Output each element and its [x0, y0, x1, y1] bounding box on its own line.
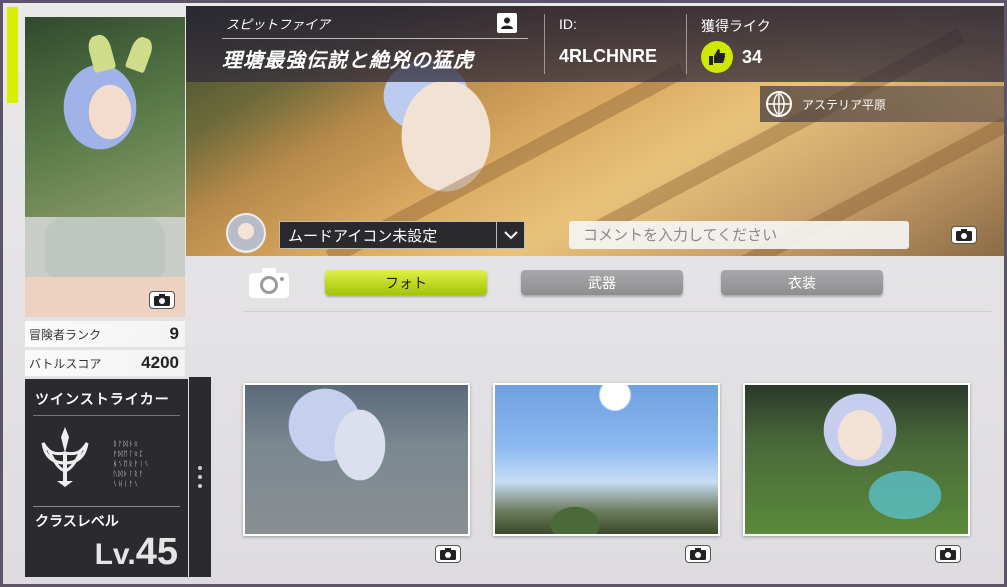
- adventurer-rank: 冒険者ランク 9: [25, 321, 185, 347]
- character-panel: 冒険者ランク 9 バトルスコア 4200 ツインストライカー ᚱᚨᛞᚾᛟ ᚹᛞᛖᛚ…: [7, 7, 188, 582]
- photo-thumbnail[interactable]: [243, 383, 470, 536]
- class-level: Lv.45: [95, 531, 178, 574]
- battle-score: バトルスコア 4200: [25, 350, 185, 376]
- likes-count: 34: [742, 47, 763, 67]
- character-subtitle: スピットファイア: [226, 18, 331, 33]
- photo-thumbnail[interactable]: [743, 383, 970, 536]
- more-dots-icon[interactable]: [189, 377, 211, 577]
- level-value: 45: [135, 531, 178, 573]
- photo-thumbnail[interactable]: [493, 383, 720, 536]
- character-title: 理塘最強伝説と絶兇の猛虎: [222, 48, 474, 72]
- header-divider: [686, 14, 687, 74]
- mood-avatar[interactable]: [226, 213, 266, 253]
- score-value: 4200: [141, 353, 179, 372]
- like-icon[interactable]: [701, 41, 733, 73]
- chevron-down-icon[interactable]: [496, 222, 524, 248]
- accent-bar: [7, 7, 18, 103]
- character-portrait: [25, 17, 185, 317]
- camera-icon[interactable]: [248, 267, 290, 299]
- rank-label: 冒険者ランク: [29, 327, 102, 342]
- id-label: ID:: [559, 16, 577, 32]
- header-divider: [544, 14, 545, 74]
- tab-divider: [243, 311, 991, 312]
- photo-camera-icon[interactable]: [435, 545, 461, 563]
- score-label: バトルスコア: [29, 356, 102, 371]
- mood-icon-select[interactable]: ムードアイコン未設定: [279, 221, 525, 249]
- tab-costume[interactable]: 衣装: [721, 270, 883, 295]
- rank-value: 9: [169, 324, 179, 343]
- photo-camera-icon[interactable]: [935, 545, 961, 563]
- class-rune-text: ᚱᚨᛞᚾᛟ ᚹᛞᛖᛚᛟᛈ ᚺᛊᛖᚱᚹᛁᛊ ᚢᛞᚦᛚᚱᚨ ᛊᚺᛁᚨᛊ: [113, 440, 150, 488]
- comment-input[interactable]: [569, 221, 909, 249]
- profile-icon[interactable]: [497, 13, 517, 33]
- location-badge: アステリア平原: [760, 86, 1004, 122]
- mood-select-value: ムードアイコン未設定: [288, 226, 438, 245]
- profile-banner: スピットファイア 理塘最強伝説と絶兇の猛虎 ID: 4RLCHNRE 獲得ライク…: [186, 6, 1004, 256]
- globe-icon: [766, 91, 792, 117]
- class-name: ツインストライカー: [35, 392, 170, 408]
- portrait-camera-icon[interactable]: [149, 291, 175, 309]
- level-prefix: Lv.: [94, 538, 136, 571]
- class-divider: [33, 415, 180, 416]
- location-name: アステリア平原: [802, 97, 887, 112]
- tab-weapon[interactable]: 武器: [521, 270, 683, 295]
- tab-photo[interactable]: フォト: [325, 270, 487, 295]
- profile-screen: スピットファイア 理塘最強伝説と絶兇の猛虎 ID: 4RLCHNRE 獲得ライク…: [0, 0, 1007, 587]
- title-divider: [222, 38, 528, 39]
- player-id: 4RLCHNRE: [559, 46, 658, 66]
- class-emblem-icon: [41, 427, 89, 487]
- class-level-label: クラスレベル: [35, 514, 119, 530]
- banner-camera-icon[interactable]: [951, 226, 977, 244]
- class-divider: [33, 506, 180, 507]
- photo-camera-icon[interactable]: [685, 545, 711, 563]
- header-strip: スピットファイア 理塘最強伝説と絶兇の猛虎 ID: 4RLCHNRE 獲得ライク…: [186, 6, 1004, 82]
- class-card: ツインストライカー ᚱᚨᛞᚾᛟ ᚹᛞᛖᛚᛟᛈ ᚺᛊᛖᚱᚹᛁᛊ ᚢᛞᚦᛚᚱᚨ ᛊᚺᛁᚨᛊ …: [25, 379, 188, 577]
- likes-label: 獲得ライク: [701, 19, 771, 35]
